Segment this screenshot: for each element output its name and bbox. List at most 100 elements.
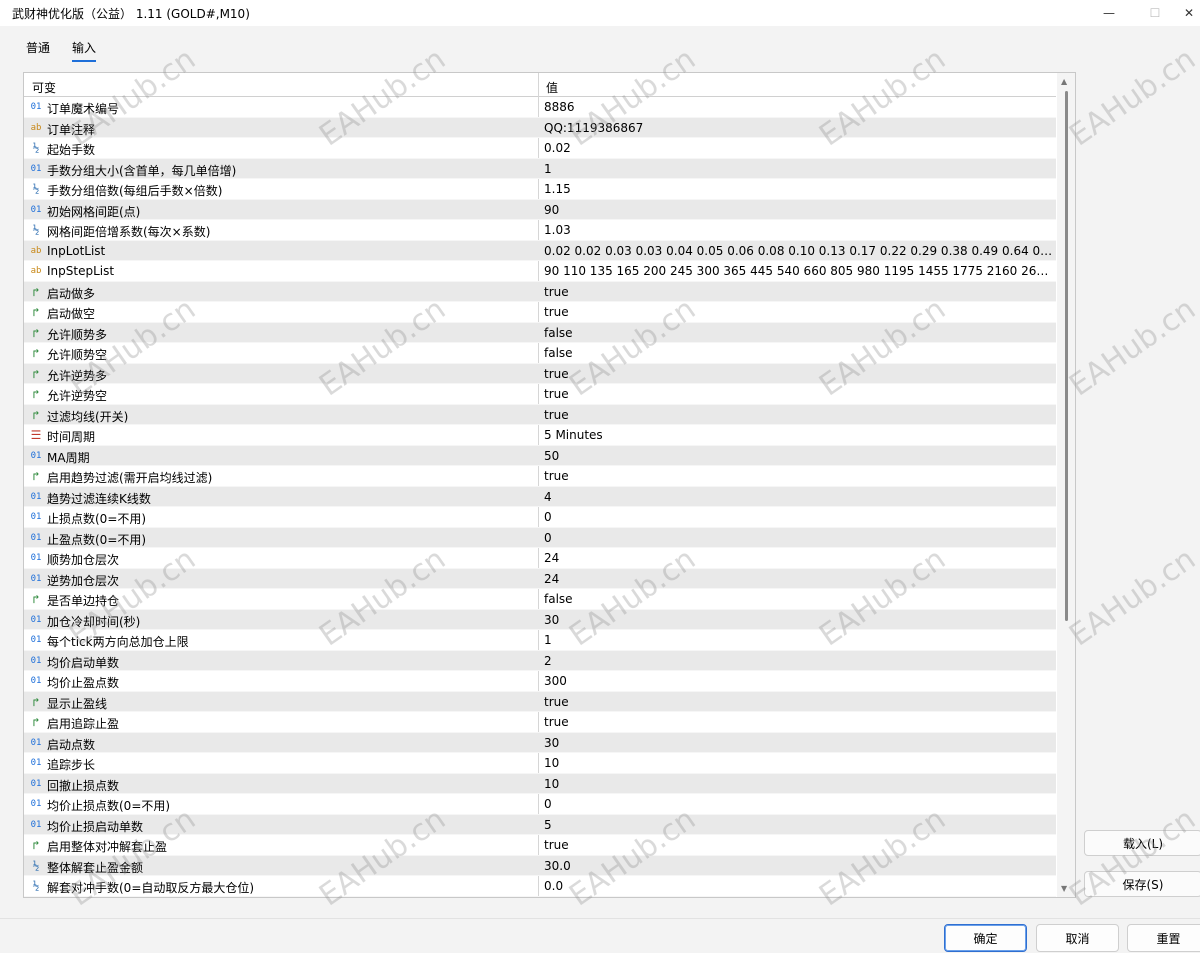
parameter-row[interactable]: ab InpLotList 0.02 0.02 0.03 0.03 0.04 0.0… <box>24 240 1056 261</box>
scrollbar-thumb[interactable] <box>1065 91 1068 621</box>
parameter-row[interactable]: 01 回撤止损点数 10 <box>24 773 1056 794</box>
parameter-value[interactable]: 2 <box>544 654 1054 668</box>
parameter-value[interactable]: 4 <box>544 490 1054 504</box>
parameter-value[interactable]: 1.03 <box>544 223 1054 237</box>
parameter-row[interactable]: 01 逆势加仓层次 24 <box>24 568 1056 589</box>
parameter-row[interactable]: 01 追踪步长 10 <box>24 753 1056 774</box>
parameter-value[interactable]: 24 <box>544 551 1054 565</box>
parameter-name: 均价止盈点数 <box>47 676 120 690</box>
parameter-row[interactable]: ½ 解套对冲手数(0=自动取反方最大仓位) 0.0 <box>24 876 1056 897</box>
parameter-value[interactable]: 5 Minutes <box>544 428 1054 442</box>
parameter-value[interactable]: 90 110 135 165 200 245 300 365 445 540 6… <box>544 264 1054 278</box>
cancel-button[interactable]: 取消 <box>1036 924 1119 952</box>
parameter-row[interactable]: 01 止损点数(0=不用) 0 <box>24 507 1056 528</box>
parameter-name: 启动点数 <box>47 737 96 752</box>
parameter-name: 初始网格间距(点) <box>47 204 141 219</box>
parameter-value[interactable]: QQ:1119386867 <box>544 121 1054 135</box>
parameter-value[interactable]: true <box>544 838 1054 852</box>
parameter-row[interactable]: 01 手数分组大小(含首单，每几单倍增) 1 <box>24 158 1056 179</box>
parameter-row[interactable]: 01 初始网格间距(点) 90 <box>24 199 1056 220</box>
parameter-row[interactable]: 01 均价止损点数(0=不用) 0 <box>24 794 1056 815</box>
parameter-row[interactable]: ab InpStepList 90 110 135 165 200 245 300 … <box>24 261 1056 282</box>
tab-input[interactable]: 输入 <box>72 39 97 62</box>
parameter-row[interactable]: 01 订单魔术编号 8886 <box>24 97 1056 118</box>
parameter-value[interactable]: 0.02 0.02 0.03 0.03 0.04 0.05 0.06 0.08 … <box>544 244 1054 258</box>
close-icon[interactable]: ✕ <box>1166 2 1200 24</box>
parameter-row[interactable]: ↱ 启动做多 true <box>24 281 1056 302</box>
parameter-row[interactable]: ↱ 启用趋势过滤(需开启均线过滤) true <box>24 466 1056 487</box>
parameter-row[interactable]: ↱ 启用整体对冲解套止盈 true <box>24 835 1056 856</box>
parameter-row[interactable]: ½ 整体解套止盈金额 30.0 <box>24 855 1056 876</box>
parameter-value[interactable]: 300 <box>544 674 1054 688</box>
parameter-value[interactable]: 10 <box>544 756 1054 770</box>
parameter-row[interactable]: ↱ 允许顺势空 false <box>24 343 1056 364</box>
parameter-row[interactable]: ½ 手数分组倍数(每组后手数×倍数) 1.15 <box>24 179 1056 200</box>
parameter-value[interactable]: 0.02 <box>544 141 1054 155</box>
parameter-row[interactable]: ↱ 允许顺势多 false <box>24 322 1056 343</box>
parameter-row[interactable]: 01 止盈点数(0=不用) 0 <box>24 527 1056 548</box>
parameter-value[interactable]: 1 <box>544 162 1054 176</box>
header-value[interactable]: 值 <box>546 79 558 96</box>
parameter-value[interactable]: 30 <box>544 736 1054 750</box>
parameter-row[interactable]: ↱ 是否单边持仓 false <box>24 589 1056 610</box>
parameter-value[interactable]: true <box>544 285 1054 299</box>
parameter-row[interactable]: 01 均价启动单数 2 <box>24 650 1056 671</box>
parameter-row[interactable]: ↱ 过滤均线(开关) true <box>24 404 1056 425</box>
scroll-up-icon[interactable]: ▲ <box>1061 77 1067 86</box>
parameter-value[interactable]: 24 <box>544 572 1054 586</box>
parameter-value[interactable]: true <box>544 695 1054 709</box>
parameter-value[interactable]: 0 <box>544 531 1054 545</box>
parameter-value[interactable]: 1 <box>544 633 1054 647</box>
parameter-value[interactable]: 8886 <box>544 100 1054 114</box>
parameter-value[interactable]: true <box>544 305 1054 319</box>
parameter-row[interactable]: ½ 网格间距倍增系数(每次×系数) 1.03 <box>24 220 1056 241</box>
load-button[interactable]: 载入(L) <box>1084 830 1200 856</box>
parameter-row[interactable]: ☰ 时间周期 5 Minutes <box>24 425 1056 446</box>
header-variable[interactable]: 可变 <box>32 79 56 96</box>
scroll-down-icon[interactable]: ▼ <box>1061 884 1067 893</box>
parameter-row[interactable]: 01 顺势加仓层次 24 <box>24 548 1056 569</box>
parameter-row[interactable]: ↱ 启用追踪止盈 true <box>24 712 1056 733</box>
parameter-value[interactable]: true <box>544 469 1054 483</box>
parameter-value[interactable]: 50 <box>544 449 1054 463</box>
parameter-value[interactable]: true <box>544 715 1054 729</box>
tab-general[interactable]: 普通 <box>26 39 50 56</box>
parameter-value[interactable]: 0 <box>544 797 1054 811</box>
parameter-value[interactable]: false <box>544 592 1054 606</box>
parameter-row[interactable]: ab 订单注释 QQ:1119386867 <box>24 117 1056 138</box>
parameter-row[interactable]: ↱ 显示止盈线 true <box>24 691 1056 712</box>
minimize-icon[interactable]: — <box>1086 2 1132 24</box>
save-button[interactable]: 保存(S) <box>1084 871 1200 897</box>
parameter-value[interactable]: 0.0 <box>544 879 1054 893</box>
parameter-value[interactable]: false <box>544 326 1054 340</box>
parameter-value[interactable]: 1.15 <box>544 182 1054 196</box>
parameter-row[interactable]: ½ 起始手数 0.02 <box>24 138 1056 159</box>
parameter-row[interactable]: ↱ 允许逆势空 true <box>24 384 1056 405</box>
parameter-value[interactable]: true <box>544 367 1054 381</box>
parameter-value[interactable]: 5 <box>544 818 1054 832</box>
ok-button[interactable]: 确定 <box>944 924 1027 952</box>
parameter-value[interactable]: false <box>544 346 1054 360</box>
parameter-row[interactable]: 01 加仓冷却时间(秒) 30 <box>24 609 1056 630</box>
bool-type-icon: ↱ <box>32 694 40 709</box>
parameter-value[interactable]: 30.0 <box>544 859 1054 873</box>
parameter-value[interactable]: 90 <box>544 203 1054 217</box>
parameter-row[interactable]: 01 启动点数 30 <box>24 732 1056 753</box>
parameter-row[interactable]: 01 均价止盈点数 300 <box>24 671 1056 692</box>
vertical-scrollbar[interactable]: ▲ ▼ <box>1057 73 1075 897</box>
parameter-name: 是否单边持仓 <box>47 594 120 608</box>
parameter-row[interactable]: 01 趋势过滤连续K线数 4 <box>24 486 1056 507</box>
parameter-value[interactable]: 0 <box>544 510 1054 524</box>
parameter-row[interactable]: 01 均价止损启动单数 5 <box>24 814 1056 835</box>
parameter-value[interactable]: 30 <box>544 613 1054 627</box>
parameter-value[interactable]: 10 <box>544 777 1054 791</box>
parameter-row[interactable]: ↱ 允许逆势多 true <box>24 363 1056 384</box>
parameter-name: MA周期 <box>47 450 90 465</box>
reset-button[interactable]: 重置 <box>1127 924 1200 952</box>
parameter-name: 解套对冲手数(0=自动取反方最大仓位) <box>47 881 255 895</box>
parameter-row[interactable]: ↱ 启动做空 true <box>24 302 1056 323</box>
parameter-value[interactable]: true <box>544 408 1054 422</box>
parameter-row[interactable]: 01 MA周期 50 <box>24 445 1056 466</box>
parameter-value[interactable]: true <box>544 387 1054 401</box>
parameter-row[interactable]: 01 每个tick两方向总加仓上限 1 <box>24 630 1056 651</box>
